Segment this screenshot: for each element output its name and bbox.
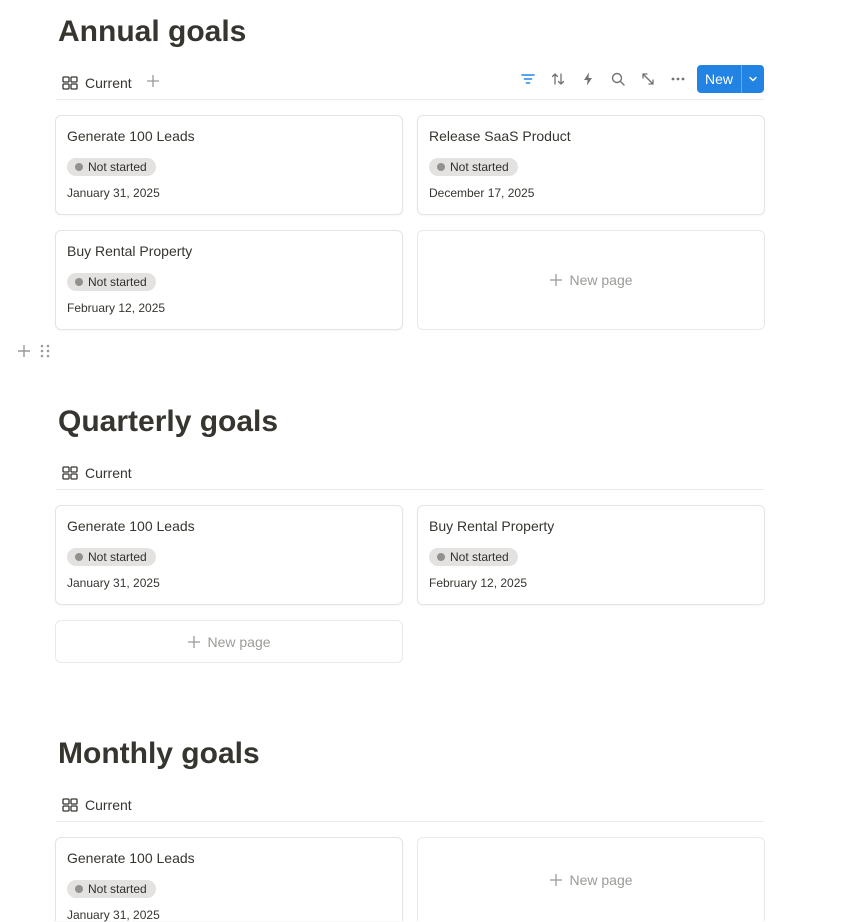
status-badge: Not started: [67, 548, 156, 566]
sort-button[interactable]: [543, 65, 573, 93]
tab-label: Current: [85, 797, 132, 813]
goal-card[interactable]: Buy Rental Property Not started February…: [417, 505, 765, 605]
card-title: Buy Rental Property: [429, 518, 555, 534]
filter-icon: [521, 74, 535, 84]
card-date: January 31, 2025: [67, 576, 160, 590]
plus-icon: [18, 345, 30, 357]
gallery-grid-icon: [62, 76, 78, 90]
view-bar: Current: [56, 787, 764, 822]
card-date: February 12, 2025: [429, 576, 528, 590]
new-page-label: New page: [207, 633, 271, 650]
more-options-button[interactable]: [663, 65, 693, 93]
database-toolbar: New: [513, 65, 764, 93]
new-page-label: New page: [569, 272, 633, 288]
card-title: Generate 100 Leads: [67, 518, 195, 534]
tab-current[interactable]: Current: [62, 795, 132, 815]
card-title: Generate 100 Leads: [67, 128, 195, 144]
plus-icon: [147, 75, 159, 87]
more-horizontal-icon: [671, 77, 685, 81]
new-page-card[interactable]: New page: [417, 230, 765, 330]
gallery-grid-icon: [62, 798, 78, 812]
sort-icon: [551, 73, 565, 85]
new-button-group: New: [696, 65, 764, 93]
status-label: Not started: [88, 550, 147, 564]
status-label: Not started: [88, 160, 147, 174]
card-title: Buy Rental Property: [67, 243, 193, 259]
status-dot: [75, 885, 83, 893]
search-button[interactable]: [603, 65, 633, 93]
chevron-down-icon: [749, 76, 757, 82]
expand-icon: [642, 73, 654, 85]
status-badge: Not started: [67, 880, 156, 898]
card-title: Generate 100 Leads: [67, 850, 195, 866]
tab-label: Current: [85, 465, 132, 481]
page-title: Quarterly goals: [58, 405, 279, 438]
block-drag-handle[interactable]: [39, 342, 51, 360]
goal-card[interactable]: Release SaaS Product Not started Decembe…: [417, 115, 765, 215]
status-dot: [437, 163, 445, 171]
goal-card[interactable]: Generate 100 Leads Not started January 3…: [55, 115, 403, 215]
status-badge: Not started: [67, 158, 156, 176]
status-dot: [75, 278, 83, 286]
tab-current[interactable]: Current: [62, 463, 132, 483]
card-date: December 17, 2025: [429, 186, 535, 200]
search-icon: [611, 72, 625, 86]
status-badge: Not started: [67, 273, 156, 291]
card-title: Release SaaS Product: [429, 128, 571, 144]
status-label: Not started: [88, 882, 147, 896]
filter-button[interactable]: [513, 65, 543, 93]
status-label: Not started: [450, 160, 509, 174]
plus-icon: [550, 873, 563, 886]
status-dot: [75, 163, 83, 171]
card-date: February 12, 2025: [67, 301, 166, 315]
tab-current[interactable]: Current: [62, 73, 132, 93]
goal-card[interactable]: Buy Rental Property Not started February…: [55, 230, 403, 330]
new-options-button[interactable]: [741, 65, 764, 93]
status-dot: [437, 553, 445, 561]
automation-button[interactable]: [573, 65, 603, 93]
expand-button[interactable]: [633, 65, 663, 93]
view-bar: Current: [56, 455, 764, 490]
new-page-card[interactable]: New page: [55, 620, 403, 663]
block-add-button[interactable]: [16, 342, 32, 360]
status-label: Not started: [88, 275, 147, 289]
card-date: January 31, 2025: [67, 186, 160, 200]
page-title: Annual goals: [58, 15, 247, 48]
tab-label: Current: [85, 75, 132, 91]
status-label: Not started: [450, 550, 509, 564]
new-page-label: New page: [569, 871, 633, 888]
status-badge: Not started: [429, 158, 518, 176]
new-button[interactable]: New: [697, 65, 741, 93]
plus-icon: [550, 274, 563, 286]
goal-card[interactable]: Generate 100 Leads Not started January 3…: [55, 837, 403, 922]
new-page-card[interactable]: New page: [417, 837, 765, 921]
status-badge: Not started: [429, 548, 518, 566]
lightning-icon: [583, 72, 592, 86]
plus-icon: [188, 635, 201, 648]
goal-card[interactable]: Generate 100 Leads Not started January 3…: [55, 505, 403, 605]
drag-handle-icon: [40, 344, 50, 358]
add-view-button[interactable]: [144, 72, 162, 90]
gallery-grid-icon: [62, 466, 78, 480]
page-title: Monthly goals: [58, 737, 260, 770]
status-dot: [75, 553, 83, 561]
view-bar: Current: [56, 65, 764, 100]
